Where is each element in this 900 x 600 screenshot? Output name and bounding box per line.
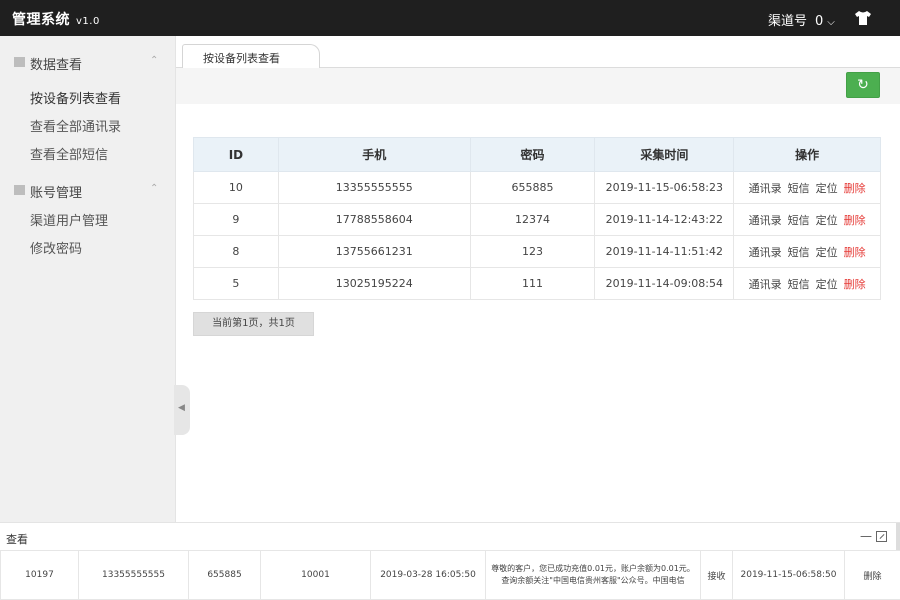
chevron-up-icon: ⌃	[150, 55, 159, 66]
sidebar-item-all-contacts[interactable]: 查看全部通讯录	[30, 116, 121, 135]
cell-actions: 通讯录 短信 定位 删除	[733, 203, 881, 236]
device-table: ID 手机 密码 采集时间 操作 10 13355555555 655885 2…	[193, 137, 881, 300]
cell-phone: 13025195224	[277, 267, 471, 300]
cell-actions: 通讯录 短信 定位 删除	[733, 235, 881, 268]
channel-count: 0	[815, 14, 824, 29]
chevron-left-icon: ◀	[178, 403, 185, 413]
cell-id: 8	[193, 235, 279, 268]
sms-link[interactable]: 短信	[788, 182, 810, 195]
refresh-icon: ↻	[857, 77, 869, 93]
sidebar-group-label: 账号管理	[30, 186, 83, 201]
sms-link[interactable]: 短信	[788, 214, 810, 227]
app-title: 管理系统	[12, 12, 70, 28]
maximize-icon[interactable]	[876, 531, 887, 542]
cell-message: 尊敬的客户，您已成功充值0.01元，账户余额为0.01元。查询余额关注"中国电信…	[485, 550, 701, 600]
top-bar: 管理系统 v1.0 渠道号 0 ⌵	[0, 0, 900, 36]
locate-link[interactable]: 定位	[816, 278, 838, 291]
table-row: 8 13755661231 123 2019-11-14-11:51:42 通讯…	[193, 235, 881, 268]
cell-password: 12374	[469, 203, 596, 236]
tab-bar: 按设备列表查看	[176, 36, 900, 69]
bottom-panel-title: 查看	[6, 533, 28, 546]
channel-selector[interactable]: 渠道号 0 ⌵	[768, 10, 835, 29]
table-header-row: ID 手机 密码 采集时间 操作	[193, 137, 881, 172]
message-detail-table: 10197 13355555555 655885 10001 2019-03-2…	[0, 550, 900, 600]
app-brand: 管理系统 v1.0	[12, 9, 100, 29]
table-row: 10197 13355555555 655885 10001 2019-03-2…	[0, 550, 900, 600]
column-header-password: 密码	[469, 137, 596, 172]
sidebar-item-channel-users[interactable]: 渠道用户管理	[30, 210, 108, 229]
table-row: 10 13355555555 655885 2019-11-15-06:58:2…	[193, 171, 881, 204]
cell-password: 111	[469, 267, 596, 300]
cell-id: 10	[193, 171, 279, 204]
chevron-up-icon: ⌃	[150, 183, 159, 194]
sidebar-item-all-sms[interactable]: 查看全部短信	[30, 144, 108, 163]
table-row: 9 17788558604 12374 2019-11-14-12:43:22 …	[193, 203, 881, 236]
sidebar-item-device-list[interactable]: 按设备列表查看	[30, 88, 121, 107]
locate-link[interactable]: 定位	[816, 246, 838, 259]
cell-id: 5	[193, 267, 279, 300]
sidebar-item-change-password[interactable]: 修改密码	[30, 238, 82, 257]
cell-collect-time: 2019-11-15-06:58:50	[732, 550, 845, 600]
column-header-actions: 操作	[733, 137, 881, 172]
square-icon	[14, 57, 25, 67]
cell-phone: 13355555555	[78, 550, 189, 600]
delete-link[interactable]: 删除	[844, 182, 866, 195]
contacts-link[interactable]: 通讯录	[749, 214, 782, 227]
app-version: v1.0	[76, 16, 100, 27]
cell-phone: 17788558604	[277, 203, 471, 236]
cell-phone: 13355555555	[277, 171, 471, 204]
table-row: 5 13025195224 111 2019-11-14-09:08:54 通讯…	[193, 267, 881, 300]
bottom-panel-header: 查看 —	[0, 522, 900, 551]
column-header-id: ID	[193, 137, 279, 172]
sidebar-collapse-handle[interactable]: ◀	[174, 385, 190, 435]
cell-password: 655885	[469, 171, 596, 204]
tshirt-icon[interactable]	[853, 8, 873, 28]
chevron-down-icon: ⌵	[827, 17, 835, 28]
cell-phone: 13755661231	[277, 235, 471, 268]
delete-link[interactable]: 删除	[844, 246, 866, 259]
cell-time: 2019-11-15-06:58:23	[594, 171, 735, 204]
tab-device-list[interactable]: 按设备列表查看	[182, 44, 320, 69]
contacts-link[interactable]: 通讯录	[749, 182, 782, 195]
locate-link[interactable]: 定位	[816, 214, 838, 227]
contacts-link[interactable]: 通讯录	[749, 278, 782, 291]
column-header-phone: 手机	[277, 137, 471, 172]
cell-password: 123	[469, 235, 596, 268]
sidebar: 数据查看 ⌃ 按设备列表查看 查看全部通讯录 查看全部短信 账号管理 ⌃ 渠道用…	[0, 36, 176, 522]
cell-time: 2019-11-14-11:51:42	[594, 235, 735, 268]
cell-password: 655885	[188, 550, 261, 600]
sms-link[interactable]: 短信	[788, 278, 810, 291]
column-header-time: 采集时间	[594, 137, 735, 172]
refresh-button[interactable]: ↻	[846, 72, 880, 98]
cell-time: 2019-11-14-09:08:54	[594, 267, 735, 300]
cell-id: 9	[193, 203, 279, 236]
scrollbar[interactable]	[896, 523, 900, 551]
delete-button[interactable]: 删除	[844, 550, 900, 600]
delete-link[interactable]: 删除	[844, 278, 866, 291]
channel-label: 渠道号	[768, 14, 808, 29]
toolbar	[176, 68, 900, 104]
cell-actions: 通讯录 短信 定位 删除	[733, 171, 881, 204]
cell-id: 10197	[0, 550, 79, 600]
sidebar-group-label: 数据查看	[30, 58, 83, 73]
square-icon	[14, 185, 25, 195]
locate-link[interactable]: 定位	[816, 182, 838, 195]
cell-actions: 通讯录 短信 定位 删除	[733, 267, 881, 300]
sidebar-group-data[interactable]: 数据查看 ⌃	[0, 48, 176, 76]
pagination-info: 当前第1页，共1页	[193, 312, 314, 336]
cell-direction: 接收	[700, 550, 733, 600]
cell-sender: 10001	[260, 550, 371, 600]
cell-time: 2019-11-14-12:43:22	[594, 203, 735, 236]
sms-link[interactable]: 短信	[788, 246, 810, 259]
contacts-link[interactable]: 通讯录	[749, 246, 782, 259]
cell-sent-time: 2019-03-28 16:05:50	[370, 550, 486, 600]
minimize-icon[interactable]: —	[860, 529, 872, 543]
sidebar-group-account[interactable]: 账号管理 ⌃	[0, 176, 176, 204]
delete-link[interactable]: 删除	[844, 214, 866, 227]
